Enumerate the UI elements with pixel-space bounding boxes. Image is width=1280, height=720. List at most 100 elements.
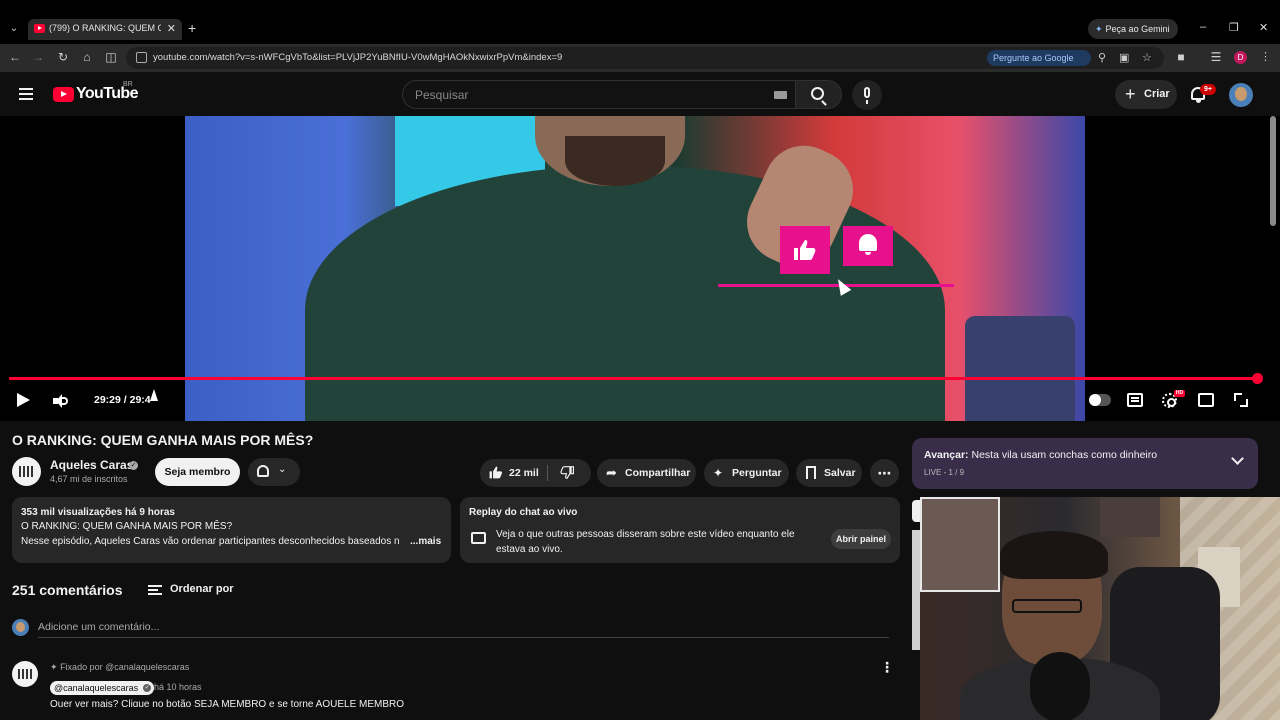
hidden-card-edge-2 (912, 530, 920, 650)
keyboard-icon[interactable] (774, 91, 787, 99)
comment-author-avatar[interactable] (12, 661, 38, 687)
verified-icon: ✓ (129, 461, 138, 470)
mic-stand (866, 100, 868, 104)
minimize-window-icon[interactable]: – (1200, 21, 1206, 33)
fullscreen-icon[interactable] (1234, 393, 1248, 407)
ask-label: Perguntar (732, 467, 782, 479)
add-comment-input[interactable]: Adicione um comentário... (38, 621, 889, 638)
close-window-icon[interactable]: ✕ (1259, 21, 1268, 34)
autoplay-toggle[interactable] (1089, 394, 1111, 406)
install-app-icon[interactable]: ▣ (1119, 51, 1129, 64)
playlist-position: LIVE - 1 / 9 (924, 468, 965, 477)
like-dislike-group: 22 mil (480, 459, 591, 487)
subscription-bell-button[interactable]: ⌄ (248, 458, 300, 486)
search-placeholder: Pesquisar (415, 88, 469, 102)
browser-menu-icon[interactable]: ⋮ (1260, 50, 1271, 63)
playlist-panel-collapsed[interactable]: Avançar: Nesta vila usam conchas como di… (912, 438, 1258, 489)
comments-count: 251 comentários (12, 582, 123, 598)
share-button[interactable]: ➦ Compartilhar (597, 459, 696, 487)
background-chair (965, 316, 1075, 421)
ask-google-chip[interactable]: Pergunte ao Google (987, 50, 1091, 66)
time-display: 29:29 / 29:4 (94, 394, 151, 406)
url-text[interactable]: youtube.com/watch?v=s-nWFCgVbTo&list=PLV… (153, 52, 562, 63)
save-label: Salvar (824, 467, 856, 479)
create-label: Criar (1144, 88, 1170, 100)
progress-scrubber[interactable] (1252, 373, 1263, 384)
progress-bar[interactable] (9, 377, 1258, 380)
chat-replay-title: Replay do chat ao vivo (469, 507, 578, 518)
chevron-down-icon[interactable] (1231, 452, 1244, 465)
back-icon[interactable]: ← (8, 50, 22, 64)
save-button[interactable]: Salvar (796, 459, 862, 487)
split-view-icon[interactable]: ◫ (104, 50, 118, 64)
browser-tab-active[interactable]: (799) O RANKING: QUEM GANHA MAIS POR MÊS… (28, 19, 182, 40)
media-controls-icon[interactable]: ☰ (1209, 50, 1223, 64)
video-frame[interactable] (185, 116, 1085, 421)
sort-icon[interactable] (148, 585, 162, 595)
dislike-icon[interactable] (560, 466, 574, 479)
comment-author-chip[interactable]: @canalaquelescaras ✓ (50, 681, 155, 695)
volume-icon[interactable] (53, 394, 68, 408)
pinned-by-text: Fixado por @canalaquelescaras (60, 662, 190, 672)
pin-icon: ✦ (50, 662, 58, 672)
forward-icon[interactable]: → (31, 50, 45, 64)
voice-search-button[interactable] (852, 80, 882, 110)
pinned-label: ✦ Fixado por @canalaquelescaras (50, 662, 189, 673)
search-button[interactable] (796, 80, 842, 109)
zoom-icon[interactable]: ⚲ (1098, 51, 1106, 64)
like-count[interactable]: 22 mil (509, 459, 539, 487)
open-panel-button[interactable]: Abrir painel (831, 529, 891, 549)
new-tab-button[interactable]: + (188, 20, 196, 36)
browser-toolbar: ← → ↻ ⌂ ◫ youtube.com/watch?v=s-nWFCgVbT… (0, 44, 1280, 72)
menu-icon[interactable] (19, 88, 33, 100)
bookmark-star-icon[interactable]: ☆ (1142, 51, 1152, 64)
captions-icon[interactable] (1127, 393, 1143, 407)
webcam-poster (920, 497, 1000, 592)
presenter-beard (565, 136, 665, 186)
chat-replay-text: Veja o que outras pessoas disseram sobre… (496, 529, 795, 555)
play-icon[interactable] (17, 393, 30, 407)
site-info-icon[interactable] (136, 52, 147, 63)
gemini-label: Peça ao Gemini (1105, 24, 1170, 34)
subscriber-count: 4,67 mi de inscritos (50, 474, 128, 484)
restore-window-icon[interactable]: ❐ (1229, 21, 1239, 34)
sort-by-button[interactable]: Ordenar por (170, 583, 234, 595)
search-icon (811, 87, 824, 100)
home-icon[interactable]: ⌂ (80, 50, 94, 64)
comment-more-vert-icon[interactable]: ⋮ (880, 659, 894, 676)
profile-avatar[interactable]: D (1234, 51, 1247, 64)
more-vert-icon[interactable]: ⋯ (870, 459, 899, 487)
comment-time[interactable]: há 10 horas (154, 682, 202, 692)
browser-tabstrip: ⌄ (799) O RANKING: QUEM GANHA MAIS POR M… (0, 0, 1280, 44)
youtube-header: YouTube BR Pesquisar + Criar 9+ (0, 72, 1280, 116)
description-more-link[interactable]: ...mais (410, 536, 441, 547)
channel-name[interactable]: Aqueles Caras (50, 458, 133, 472)
channel-avatar[interactable] (12, 457, 41, 486)
create-button[interactable]: + Criar (1115, 80, 1177, 109)
join-member-button[interactable]: Seja membro (155, 458, 240, 486)
like-icon[interactable] (489, 466, 503, 479)
notification-badge: 9+ (1200, 84, 1216, 95)
my-avatar (12, 619, 29, 636)
extensions-icon[interactable]: ■ (1174, 50, 1188, 64)
description-box[interactable]: 353 mil visualizações há 9 horas O RANKI… (12, 497, 451, 563)
webcam-person-hair (1000, 531, 1108, 579)
tab-title: (799) O RANKING: QUEM GANHA MAIS POR MÊS… (49, 23, 161, 33)
ask-button[interactable]: ✦ Perguntar (704, 459, 789, 487)
video-player[interactable]: 29:29 / 29:4 HD (0, 116, 1280, 421)
tab-close-icon[interactable]: ✕ (167, 22, 176, 35)
tab-search-chevron-icon[interactable]: ⌄ (6, 20, 22, 38)
address-bar[interactable]: youtube.com/watch?v=s-nWFCgVbTo&list=PLV… (126, 47, 1164, 69)
theater-mode-icon[interactable] (1198, 393, 1214, 407)
gemini-button[interactable]: ✦ Peça ao Gemini (1088, 19, 1178, 39)
youtube-logo-icon (53, 87, 74, 102)
gemini-sparkle-icon: ✦ (1095, 24, 1103, 34)
description-line-1: O RANKING: QUEM GANHA MAIS POR MÊS? (21, 521, 233, 532)
overlay-bell-graphic (843, 226, 893, 266)
search-input[interactable]: Pesquisar (402, 80, 796, 109)
bell-clapper (1196, 100, 1201, 103)
reload-icon[interactable]: ↻ (56, 50, 70, 64)
chevron-down-icon: ⌄ (278, 464, 287, 475)
page-scrollbar[interactable] (1270, 116, 1276, 226)
avatar[interactable] (1229, 83, 1253, 107)
